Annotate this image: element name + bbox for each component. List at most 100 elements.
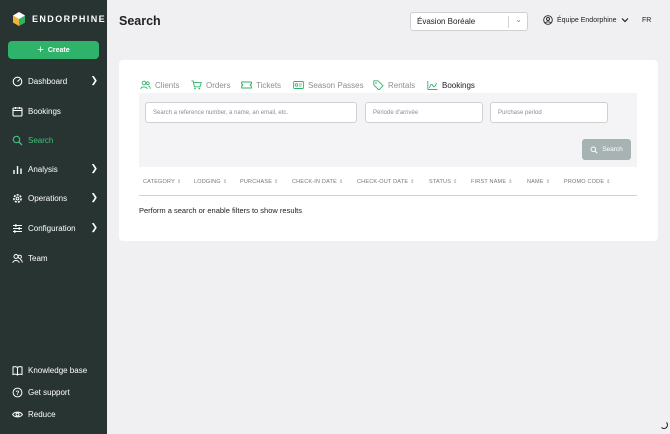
sidebar-item-label: Bookings <box>28 106 61 116</box>
search-icon <box>590 146 598 154</box>
dashboard-icon <box>12 76 23 87</box>
column-header-category[interactable]: CATEGORY ⇕ <box>143 179 181 185</box>
sidebar-item-label: Team <box>28 253 48 263</box>
sidebar-item-analysis[interactable]: Analysis ❯ <box>12 161 100 177</box>
sort-icon: ⇕ <box>222 179 228 185</box>
page-title: Search <box>119 14 161 28</box>
column-header-status[interactable]: STATUS ⇕ <box>429 179 457 185</box>
sort-icon: ⇕ <box>338 179 344 185</box>
sidebar-item-configuration[interactable]: Configuration ❯ <box>12 220 100 236</box>
plus-icon: + <box>37 44 44 56</box>
sidebar-item-label: Knowledge base <box>28 365 88 375</box>
sort-icon: ⇕ <box>508 179 513 185</box>
column-label: CHECK-IN DATE <box>292 179 337 185</box>
users-icon <box>12 253 23 264</box>
brand-logo[interactable]: ENDORPHINE <box>12 12 106 26</box>
tab-season-passes[interactable]: Season Passes <box>293 78 364 92</box>
user-circle-icon <box>543 15 553 25</box>
sort-icon: ⇕ <box>453 179 458 185</box>
purchase-period-field[interactable]: Purchase period <box>490 102 608 123</box>
cart-icon <box>191 80 202 90</box>
column-label: CATEGORY <box>143 179 175 185</box>
chevron-right-icon: ❯ <box>90 222 98 232</box>
tab-bookings[interactable]: Bookings <box>427 78 475 96</box>
column-header-first-name[interactable]: FIRST NAME ⇕ <box>471 179 513 185</box>
search-button[interactable]: Search <box>582 139 631 160</box>
column-label: PURCHASE <box>240 179 273 185</box>
calendar-icon <box>12 106 23 117</box>
endorphine-logo-icon <box>13 12 25 26</box>
eye-icon <box>12 409 23 420</box>
brand-name: ENDORPHINE <box>32 14 107 24</box>
help-icon: ? <box>12 387 23 398</box>
sliders-icon <box>12 223 23 234</box>
sort-icon: ⇕ <box>274 179 279 185</box>
gear-icon <box>12 193 23 204</box>
column-label: FIRST NAME <box>471 179 507 185</box>
tab-label: Rentals <box>388 80 416 90</box>
tag-icon <box>373 80 384 90</box>
search-icon <box>12 135 23 146</box>
venue-select[interactable]: Évasion Boréale ⌄ <box>410 12 528 31</box>
column-label: NAME <box>527 179 544 185</box>
book-icon <box>12 365 23 376</box>
sidebar-item-get-support[interactable]: ? Get support <box>12 384 100 400</box>
tab-label: Bookings <box>442 80 475 90</box>
svg-text:?: ? <box>16 390 20 397</box>
sort-icon: ⇕ <box>606 179 611 185</box>
search-input-placeholder: Search a reference number, a name, an em… <box>153 109 289 116</box>
sidebar-item-label: Reduce <box>28 409 56 419</box>
create-button[interactable]: + Create <box>8 41 99 59</box>
table-header-divider <box>139 195 637 196</box>
sidebar-item-operations[interactable]: Operations ❯ <box>12 190 100 206</box>
sidebar-item-team[interactable]: Team <box>12 250 100 266</box>
language-switch[interactable]: FR <box>642 17 651 24</box>
column-header-name[interactable]: NAME ⇕ <box>527 179 550 185</box>
tab-orders[interactable]: Orders <box>191 78 230 92</box>
sidebar-item-search[interactable]: Search <box>12 132 100 148</box>
sidebar-item-label: Configuration <box>28 223 76 233</box>
column-label: PROMO CODE <box>564 179 605 185</box>
sidebar-item-label: Dashboard <box>28 76 68 86</box>
tab-label: Orders <box>206 80 231 90</box>
filters-panel: Search a reference number, a name, an em… <box>139 93 637 167</box>
column-header-check-in-date[interactable]: CHECK-IN DATE ⇕ <box>292 179 343 185</box>
ticket-icon <box>241 81 252 89</box>
loading-spinner-icon <box>660 421 668 429</box>
search-input[interactable]: Search a reference number, a name, an em… <box>145 102 357 123</box>
column-header-check-out-date[interactable]: CHECK-OUT DATE ⇕ <box>357 179 415 185</box>
chevron-down-icon: ⌄ <box>515 15 522 24</box>
sidebar-item-label: Analysis <box>28 164 58 174</box>
arrival-period-field[interactable]: Période d'arrivée <box>365 102 483 123</box>
search-card: Clients Orders Tickets Season Passes Ren… <box>119 60 658 241</box>
tab-label: Season Passes <box>308 80 364 90</box>
column-label: STATUS <box>429 179 452 185</box>
chevron-right-icon: ❯ <box>90 192 98 202</box>
sidebar-item-label: Get support <box>28 387 70 397</box>
sidebar-item-dashboard[interactable]: Dashboard ❯ <box>12 73 100 89</box>
sidebar-item-bookings[interactable]: Bookings <box>12 103 100 119</box>
tab-label: Clients <box>155 80 180 90</box>
bookings-icon <box>427 81 438 90</box>
purchase-period-placeholder: Purchase period <box>498 109 542 116</box>
tab-clients[interactable]: Clients <box>140 78 179 92</box>
sort-icon: ⇕ <box>176 179 182 185</box>
arrival-period-placeholder: Période d'arrivée <box>373 109 419 116</box>
sidebar-item-label: Search <box>28 135 54 145</box>
column-header-lodging[interactable]: LODGING ⇕ <box>194 179 227 185</box>
sidebar-item-reduce[interactable]: Reduce <box>12 406 100 422</box>
column-header-purchase[interactable]: PURCHASE ⇕ <box>240 179 279 185</box>
sort-icon: ⇕ <box>410 179 415 185</box>
column-header-promo-code[interactable]: PROMO CODE ⇕ <box>564 179 611 185</box>
chevron-right-icon: ❯ <box>90 75 98 85</box>
select-divider <box>508 16 509 28</box>
team-menu[interactable]: Équipe Endorphine <box>543 15 629 25</box>
search-button-label: Search <box>602 146 623 153</box>
tab-tickets[interactable]: Tickets <box>241 78 281 92</box>
users-icon <box>140 80 151 90</box>
sidebar: ENDORPHINE + Create Dashboard ❯ Bookings… <box>0 0 107 434</box>
pass-icon <box>293 81 304 89</box>
sidebar-item-label: Operations <box>28 193 68 203</box>
tab-rentals[interactable]: Rentals <box>373 78 415 92</box>
sidebar-item-knowledge-base[interactable]: Knowledge base <box>12 362 100 378</box>
